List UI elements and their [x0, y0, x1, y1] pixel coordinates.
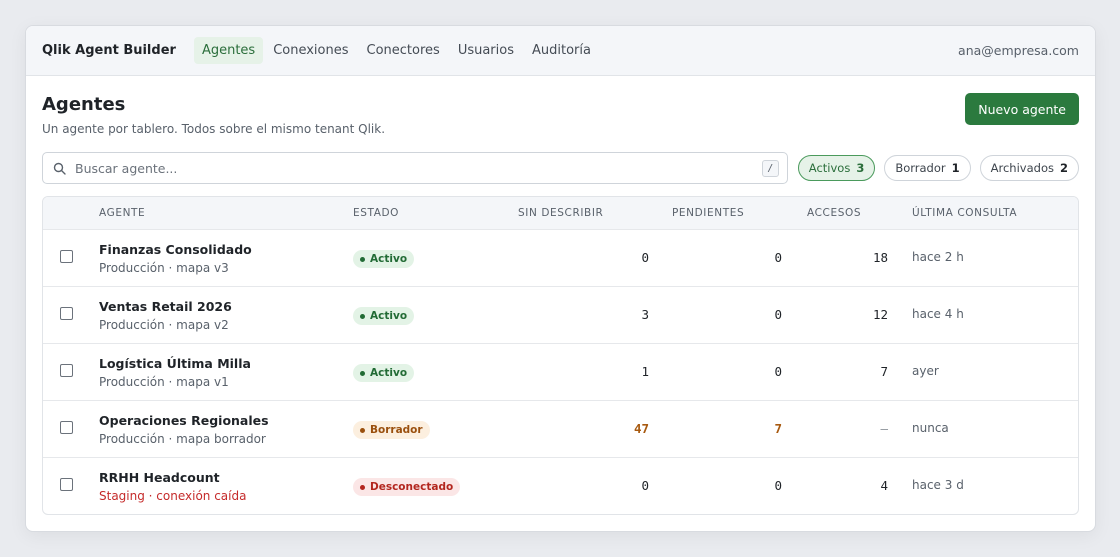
table-row[interactable]: Operaciones Regionales Producción · mapa… [43, 400, 1078, 457]
sin-describir-value: 47 [633, 421, 649, 436]
nav-link-usuarios[interactable]: Usuarios [450, 37, 522, 64]
status-dot-icon [360, 427, 365, 433]
filter-label: Borrador [895, 161, 946, 175]
status-filters: Activos 3 Borrador 1 Archivados 2 [797, 155, 1079, 181]
filter-label: Archivados [990, 161, 1054, 175]
table-header: AGENTE ESTADO SIN DESCRIBIR PENDIENTES A… [43, 197, 1078, 229]
agent-env: Producción · mapa v3 [99, 261, 229, 275]
status-badge: Activo [353, 307, 415, 325]
search-input[interactable] [75, 160, 735, 176]
status-label: Borrador [370, 424, 423, 436]
status-label: Activo [370, 367, 408, 379]
pendientes-value: 0 [774, 364, 782, 379]
agent-env: Staging · conexión caída [99, 489, 247, 503]
filter-label: Activos [808, 161, 851, 175]
pendientes-value: 0 [774, 307, 782, 322]
accesos-value: — [880, 421, 888, 436]
table-row[interactable]: Finanzas Consolidado Producción · mapa v… [43, 229, 1078, 286]
nav-link-conectores[interactable]: Conectores [359, 37, 448, 64]
ultima-consulta-value: hace 4 h [912, 307, 964, 321]
search-box[interactable]: / [42, 152, 788, 184]
row-checkbox[interactable] [60, 421, 73, 434]
page-subtitle: Un agente por tablero. Todos sobre el mi… [42, 122, 386, 136]
agent-env: Producción · mapa v2 [99, 318, 229, 332]
nav-link-auditoria[interactable]: Auditoría [524, 37, 599, 64]
filter-count: 3 [856, 161, 865, 175]
col-header-sin-describir[interactable]: SIN DESCRIBIR [518, 207, 603, 219]
sin-describir-value: 0 [641, 250, 649, 265]
agent-env: Producción · mapa v1 [99, 375, 229, 389]
status-label: Activo [370, 253, 408, 265]
agent-name[interactable]: Ventas Retail 2026 [99, 299, 232, 314]
col-header-estado[interactable]: ESTADO [353, 207, 399, 219]
status-dot-icon [360, 370, 365, 376]
status-badge: Activo [353, 364, 415, 382]
sin-describir-value: 3 [641, 307, 649, 322]
status-dot-icon [360, 484, 365, 490]
row-checkbox[interactable] [60, 478, 73, 491]
status-badge: Desconectado [353, 478, 461, 496]
agents-table: AGENTE ESTADO SIN DESCRIBIR PENDIENTES A… [42, 196, 1079, 515]
agent-name[interactable]: RRHH Headcount [99, 470, 220, 485]
sin-describir-value: 1 [641, 364, 649, 379]
agent-name[interactable]: Finanzas Consolidado [99, 242, 252, 257]
accesos-value: 4 [880, 478, 888, 493]
agent-name[interactable]: Operaciones Regionales [99, 413, 269, 428]
table-row[interactable]: RRHH Headcount Staging · conexión caída … [43, 457, 1078, 514]
search-icon [53, 162, 66, 175]
pendientes-value: 0 [774, 250, 782, 265]
pendientes-value: 0 [774, 478, 782, 493]
ultima-consulta-value: hace 3 d [912, 478, 964, 492]
col-header-ultima-consulta[interactable]: ÚLTIMA CONSULTA [912, 207, 1017, 219]
status-badge: Borrador [353, 421, 430, 439]
pendientes-value: 7 [774, 421, 782, 436]
accesos-value: 7 [880, 364, 888, 379]
row-checkbox[interactable] [60, 364, 73, 377]
col-header-accesos[interactable]: ACCESOS [807, 207, 861, 219]
ultima-consulta-value: nunca [912, 421, 949, 435]
ultima-consulta-value: ayer [912, 364, 939, 378]
app-window: Qlik Agent Builder Agentes Conexiones Co… [25, 25, 1096, 532]
accesos-value: 12 [872, 307, 888, 322]
status-dot-icon [360, 256, 365, 262]
filter-chip-borrador[interactable]: Borrador 1 [884, 155, 971, 181]
new-agent-button[interactable]: Nuevo agente [965, 93, 1079, 125]
table-row[interactable]: Ventas Retail 2026 Producción · mapa v2 … [43, 286, 1078, 343]
table-row[interactable]: Logística Última Milla Producción · mapa… [43, 343, 1078, 400]
user-email[interactable]: ana@empresa.com [958, 43, 1079, 58]
toolbar: / Activos 3 Borrador 1 Archivados 2 [26, 152, 1095, 184]
filter-chip-activos[interactable]: Activos 3 [797, 155, 876, 181]
agent-env: Producción · mapa borrador [99, 432, 266, 446]
ultima-consulta-value: hace 2 h [912, 250, 964, 264]
status-label: Activo [370, 310, 408, 322]
filter-count: 1 [951, 161, 960, 175]
status-badge: Activo [353, 250, 415, 268]
nav-link-agentes[interactable]: Agentes [193, 37, 264, 64]
nav-link-conexiones[interactable]: Conexiones [265, 37, 356, 64]
status-label: Desconectado [370, 481, 454, 493]
search-shortcut-key: / [761, 160, 779, 177]
agent-name[interactable]: Logística Última Milla [99, 356, 251, 371]
brand-logo: Qlik Agent Builder [42, 43, 176, 58]
row-checkbox[interactable] [60, 307, 73, 320]
accesos-value: 18 [872, 250, 888, 265]
col-header-agente[interactable]: AGENTE [99, 207, 145, 219]
filter-chip-archivados[interactable]: Archivados 2 [979, 155, 1079, 181]
filter-count: 2 [1059, 161, 1068, 175]
row-checkbox[interactable] [60, 250, 73, 263]
page-title: Agentes [42, 94, 126, 115]
top-nav: Qlik Agent Builder Agentes Conexiones Co… [26, 26, 1095, 76]
sin-describir-value: 0 [641, 478, 649, 493]
page-header: Agentes Un agente por tablero. Todos sob… [26, 76, 1095, 152]
status-dot-icon [360, 313, 365, 319]
col-header-pendientes[interactable]: PENDIENTES [672, 207, 744, 219]
